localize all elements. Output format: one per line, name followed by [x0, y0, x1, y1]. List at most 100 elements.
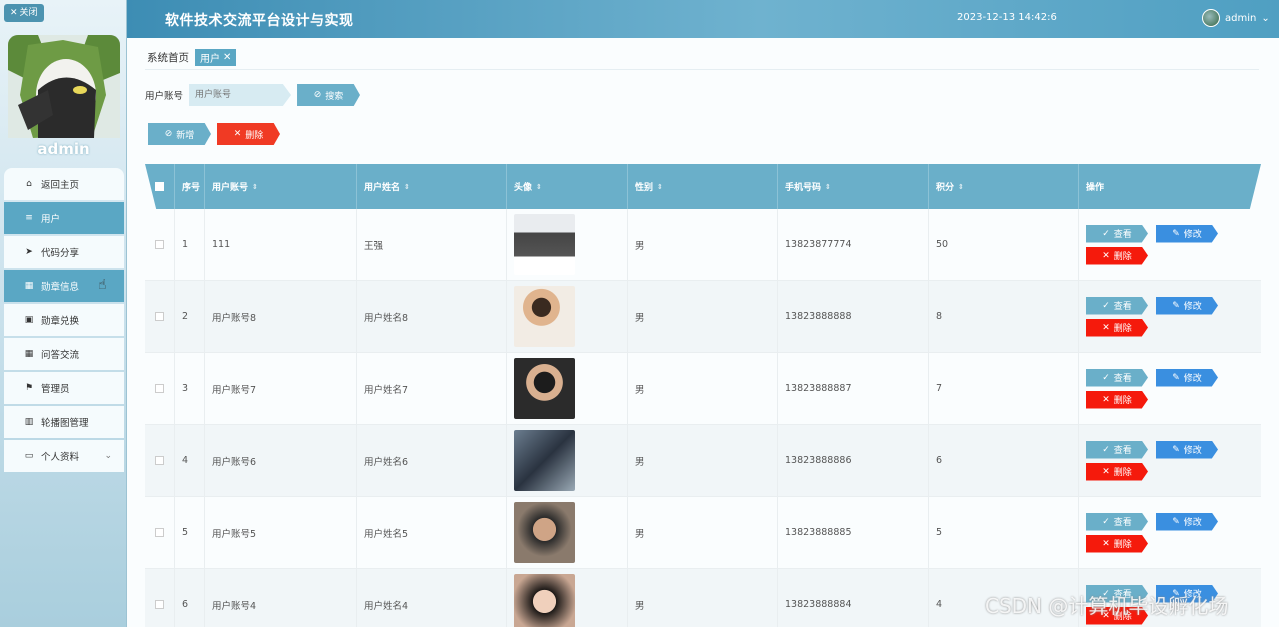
row-checkbox[interactable] — [155, 456, 164, 465]
header-label: 手机号码 — [785, 183, 822, 193]
edit-icon: ✎ — [1172, 228, 1180, 239]
delete-label: 删除 — [1113, 324, 1132, 334]
edit-button[interactable]: ✎ 修改 — [1156, 440, 1218, 459]
select-all-checkbox[interactable] — [155, 182, 164, 191]
row-checkbox[interactable] — [155, 600, 164, 609]
close-icon[interactable]: ✕ — [223, 52, 231, 63]
edit-button[interactable]: ✎ 修改 — [1156, 296, 1218, 315]
mouse-cursor-icon: ☝ — [98, 277, 107, 293]
edit-button[interactable]: ✎ 修改 — [1156, 512, 1218, 531]
close-button[interactable]: ✕ 关闭 — [4, 4, 44, 22]
cell-account: 用户账号6 — [205, 425, 357, 496]
sidebar-item-home[interactable]: ⌂ 返回主页 — [4, 168, 124, 200]
sidebar-item-admin[interactable]: ⚑ 管理员 — [4, 372, 124, 404]
view-button[interactable]: ✓ 查看 — [1086, 224, 1148, 243]
row-checkbox[interactable] — [155, 384, 164, 393]
cell-points: 50 — [929, 209, 1079, 280]
profile-name: admin — [37, 140, 90, 158]
edit-button[interactable]: ✎ 修改 — [1156, 224, 1218, 243]
header-account[interactable]: 用户账号 ⇕ — [205, 164, 357, 209]
row-select[interactable] — [145, 281, 175, 352]
breadcrumb: 系统首页 用户 ✕ — [147, 49, 237, 66]
add-icon: ⊘ — [164, 129, 173, 139]
add-button[interactable]: ⊘ 新增 — [148, 123, 211, 145]
header-gender[interactable]: 性别 ⇕ — [628, 164, 778, 209]
row-delete-button[interactable]: ✕ 删除 — [1086, 462, 1148, 481]
sort-icon[interactable]: ⇕ — [958, 183, 964, 191]
edit-icon: ✎ — [1172, 372, 1180, 383]
edit-button[interactable]: ✎ 修改 — [1156, 368, 1218, 387]
clipboard-icon: ▣ — [24, 315, 34, 325]
cell-phone: 13823888886 — [778, 425, 929, 496]
cell-text: 用户账号5 — [212, 528, 257, 540]
delete-label: 删除 — [1113, 396, 1132, 406]
add-button-label: 新增 — [176, 130, 195, 141]
header-phone[interactable]: 手机号码 ⇕ — [778, 164, 929, 209]
row-select[interactable] — [145, 497, 175, 568]
row-select[interactable] — [145, 209, 175, 280]
row-checkbox[interactable] — [155, 240, 164, 249]
view-button[interactable]: ✓ 查看 — [1086, 440, 1148, 459]
view-label: 查看 — [1113, 302, 1132, 312]
cell-text: 13823877774 — [785, 239, 852, 250]
user-menu[interactable]: admin ⌄ — [1202, 9, 1270, 27]
sidebar-item-users[interactable]: ≡ 用户 — [4, 202, 124, 234]
cell-gender: 男 — [628, 497, 778, 568]
check-icon: ✓ — [1102, 516, 1110, 527]
header-name[interactable]: 用户姓名 ⇕ — [357, 164, 507, 209]
tab-label: 用户 — [200, 54, 220, 65]
edit-label: 修改 — [1183, 302, 1202, 312]
sidebar-item-qa[interactable]: ▦ 问答交流 — [4, 338, 124, 370]
row-checkbox[interactable] — [155, 528, 164, 537]
cell-gender: 男 — [628, 353, 778, 424]
grid-icon: ▦ — [24, 349, 34, 359]
cell-gender: 男 — [628, 425, 778, 496]
sort-icon[interactable]: ⇕ — [404, 183, 410, 191]
window-icon: ▭ — [24, 451, 34, 461]
search-button[interactable]: ⊘ 搜索 — [297, 84, 361, 106]
row-select[interactable] — [145, 569, 175, 627]
cell-avatar — [507, 281, 628, 352]
view-button[interactable]: ✓ 查看 — [1086, 512, 1148, 531]
sidebar-item-carousel[interactable]: ▥ 轮播图管理 — [4, 406, 124, 438]
sort-icon[interactable]: ⇕ — [825, 183, 831, 191]
header-avatar[interactable]: 头像 ⇕ — [507, 164, 628, 209]
table-row: 3 用户账号7 用户姓名7 男 13823888887 7 ✓ 查看 ✎ 修改 ✕ 删… — [145, 353, 1261, 425]
cell-text: 2 — [182, 311, 189, 322]
row-select[interactable] — [145, 353, 175, 424]
row-checkbox[interactable] — [155, 312, 164, 321]
edit-label: 修改 — [1183, 446, 1202, 456]
cell-avatar — [507, 425, 628, 496]
breadcrumb-home[interactable]: 系统首页 — [147, 50, 189, 65]
main-content: 系统首页 用户 ✕ 用户账号 ⊘ 搜索 ⊘ 新增 ✕ 删除 序号 用户账号⇕ 用… — [127, 38, 1279, 627]
row-delete-button[interactable]: ✕ 删除 — [1086, 534, 1148, 553]
sort-icon[interactable]: ⇕ — [536, 183, 542, 191]
sidebar-item-code-share[interactable]: ➤ 代码分享 — [4, 236, 124, 268]
sort-icon[interactable]: ⇕ — [657, 183, 663, 191]
home-icon: ⌂ — [26, 179, 32, 189]
cell-text: 用户姓名6 — [364, 456, 409, 468]
sidebar-item-label: 勋章兑换 — [41, 316, 80, 327]
search-input[interactable] — [189, 84, 292, 106]
row-delete-button[interactable]: ✕ 删除 — [1086, 390, 1148, 409]
sidebar-item-medal-exchange[interactable]: ▣ 勋章兑换 — [4, 304, 124, 336]
view-button[interactable]: ✓ 查看 — [1086, 296, 1148, 315]
sidebar-item-profile[interactable]: ▭ 个人资料 ⌄ — [4, 440, 124, 472]
view-button[interactable]: ✓ 查看 — [1086, 368, 1148, 387]
delete-button[interactable]: ✕ 删除 — [217, 123, 280, 145]
header-select-all[interactable] — [145, 164, 175, 209]
cell-account: 111 — [205, 209, 357, 280]
sidebar-item-label: 管理员 — [41, 384, 70, 395]
row-delete-button[interactable]: ✕ 删除 — [1086, 246, 1148, 265]
header-points[interactable]: 积分 ⇕ — [929, 164, 1079, 209]
cell-index: 3 — [175, 353, 205, 424]
search-button-label: 搜索 — [325, 91, 344, 102]
sidebar-menu: ⌂ 返回主页 ≡ 用户 ➤ 代码分享 ▦ 勋章信息 ▣ 勋章兑换 ▦ 问答交流 … — [4, 168, 124, 474]
row-select[interactable] — [145, 425, 175, 496]
edit-icon: ✎ — [1172, 516, 1180, 527]
cell-index: 5 — [175, 497, 205, 568]
tab-users[interactable]: 用户 ✕ — [195, 49, 237, 66]
delete-button-label: 删除 — [245, 130, 264, 141]
sort-icon[interactable]: ⇕ — [252, 183, 258, 191]
row-delete-button[interactable]: ✕ 删除 — [1086, 318, 1148, 337]
